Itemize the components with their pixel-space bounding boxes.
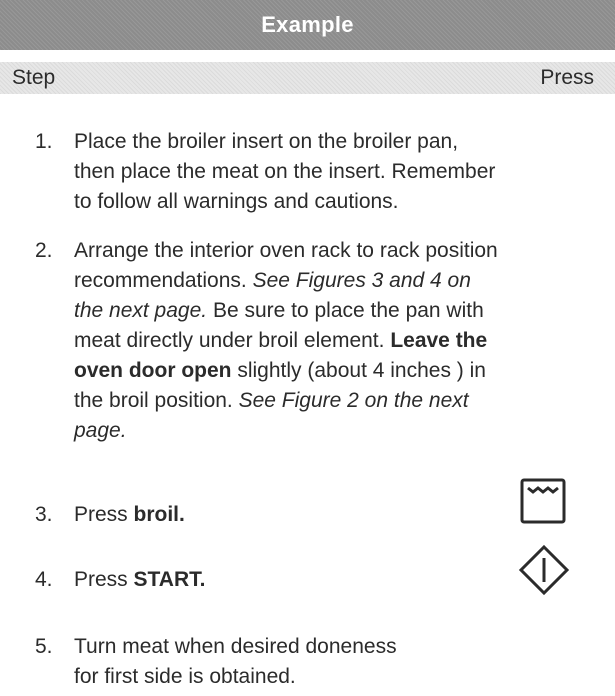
key-name: broil. bbox=[133, 503, 185, 526]
step-text-segment: meat directly under broil element. bbox=[74, 329, 391, 352]
step-text-line: oven door open slightly (about 4 inches … bbox=[74, 356, 615, 386]
step-number: 3. bbox=[35, 503, 53, 526]
step-text-segment: Be sure to place the pan with bbox=[207, 299, 484, 322]
step-text: Arrange the interior oven rack to rack p… bbox=[74, 236, 615, 446]
step-text-line: then place the meat on the insert. Remem… bbox=[74, 160, 496, 183]
step-text-line: for first side is obtained. bbox=[74, 665, 296, 688]
step-text: Place the broiler insert on the broiler … bbox=[74, 127, 615, 217]
step-text: Turn meat when desired doneness for firs… bbox=[74, 632, 615, 692]
step-number: 5. bbox=[35, 635, 53, 658]
step-text-line: Arrange the interior oven rack to rack p… bbox=[74, 239, 498, 262]
step-text-line: the broil position. See Figure 2 on the … bbox=[74, 386, 615, 416]
step-text-line: to follow all warnings and cautions. bbox=[74, 190, 399, 213]
figure-reference: See Figures 3 and 4 on bbox=[252, 269, 471, 292]
step-text-line: the next page. Be sure to place the pan … bbox=[74, 296, 615, 326]
step-number: 1. bbox=[35, 130, 53, 153]
step-text-segment: Press bbox=[74, 568, 134, 591]
step-text-segment: recommendations. bbox=[74, 269, 253, 292]
example-header-bar: Example bbox=[0, 0, 615, 50]
step-1: 1. Place the broiler insert on the broil… bbox=[0, 127, 615, 219]
step-column-header: Step bbox=[12, 66, 56, 89]
step-text-line: recommendations. See Figures 3 and 4 on bbox=[74, 266, 615, 296]
step-5: 5. Turn meat when desired doneness for f… bbox=[0, 632, 615, 694]
start-key-icon bbox=[518, 544, 570, 596]
step-text-line: Turn meat when desired doneness bbox=[74, 635, 397, 658]
emphasis-text: oven door open bbox=[74, 359, 232, 382]
step-text-line: Place the broiler insert on the broiler … bbox=[74, 130, 459, 153]
figure-reference: page. bbox=[74, 419, 127, 442]
emphasis-text: Leave the bbox=[390, 329, 488, 352]
broil-key-icon bbox=[520, 478, 566, 524]
press-column-header: Press bbox=[540, 66, 594, 89]
page-title: Example bbox=[261, 12, 354, 37]
column-header-bar: Step Press bbox=[0, 62, 615, 94]
step-number: 2. bbox=[35, 239, 53, 262]
step-2: 2. Arrange the interior oven rack to rac… bbox=[0, 236, 615, 448]
step-text-segment: slightly (about 4 inches ) in bbox=[231, 359, 486, 382]
figure-reference: See Figure 2 on the next bbox=[238, 389, 469, 412]
step-number: 4. bbox=[35, 568, 53, 591]
figure-reference: the next page. bbox=[74, 299, 208, 322]
step-text-segment: Press bbox=[74, 503, 134, 526]
key-name: START. bbox=[133, 568, 206, 591]
step-text-line: meat directly under broil element. Leave… bbox=[74, 326, 615, 356]
step-text-segment: the broil position. bbox=[74, 389, 239, 412]
